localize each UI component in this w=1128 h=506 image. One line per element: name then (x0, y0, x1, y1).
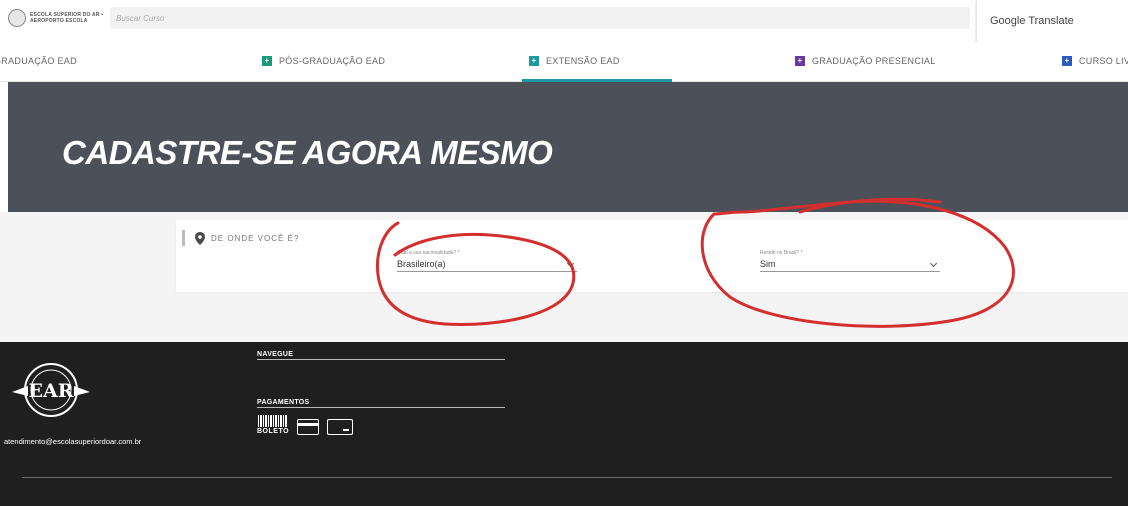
plus-square-icon: + (262, 56, 272, 66)
site-footer: EAR atendimento@escolasuperiordoar.com.b… (0, 342, 1128, 506)
debit-card-icon (327, 419, 354, 435)
nav-item-label: EXTENSÃO EAD (546, 56, 620, 66)
pagamentos-divider (257, 407, 505, 408)
resides-in-brazil-select[interactable]: Sim (760, 258, 940, 272)
nav-item-pos-graduacao-ead[interactable]: + PÓS-GRADUAÇÃO EAD (262, 56, 385, 66)
resides-in-brazil-value: Sim (760, 259, 776, 269)
plus-square-icon: + (529, 56, 539, 66)
nav-item-label: CURSO LIVRE (1079, 56, 1128, 66)
boleto-label: BOLETO (257, 428, 290, 435)
nationality-field: Qual a sua nacionalidade? * Brasileiro(a… (397, 250, 577, 272)
resides-in-brazil-label: Reside no Brasil? * (760, 250, 803, 256)
boleto-icon: BOLETO (257, 415, 289, 435)
site-logo[interactable]: ESCOLA SUPERIOR DO AR • AEROPORTO ESCOLA (8, 9, 116, 27)
google-translate-label: Google Translate (990, 15, 1074, 27)
navegue-heading: NAVEGUE (257, 351, 294, 358)
nav-item-extensao-ead[interactable]: + EXTENSÃO EAD (529, 56, 620, 66)
contact-email-link[interactable]: atendimento@escolasuperiordoar.com.br (4, 437, 141, 446)
chevron-down-icon (929, 259, 938, 268)
nav-item-graduacao-ead[interactable]: GRADUAÇÃO EAD (0, 56, 77, 66)
resides-in-brazil-field: Reside no Brasil? * Sim (760, 250, 940, 272)
payment-methods: BOLETO (257, 415, 354, 435)
nav-item-graduacao-presencial[interactable]: + GRADUAÇÃO PRESENCIAL (795, 56, 936, 66)
footer-bottom-divider (22, 477, 1112, 478)
plus-square-icon: + (795, 56, 805, 66)
section-heading: DE ONDE VOCÊ É? (211, 234, 300, 243)
nav-item-label: GRADUAÇÃO PRESENCIAL (812, 56, 936, 66)
nav-item-label: GRADUAÇÃO EAD (0, 56, 77, 66)
credit-card-icon (297, 419, 320, 435)
location-pin-icon (195, 232, 205, 245)
top-bar: ESCOLA SUPERIOR DO AR • AEROPORTO ESCOLA… (0, 0, 1128, 42)
section-accent-bar (182, 230, 185, 246)
chevron-down-icon (566, 259, 575, 268)
search-input[interactable] (110, 7, 970, 29)
ear-winged-logo-icon: EAR (12, 363, 90, 417)
pagamentos-heading: PAGAMENTOS (257, 399, 310, 406)
logo-text: ESCOLA SUPERIOR DO AR • AEROPORTO ESCOLA (30, 12, 104, 24)
footer-logo-text: EAR (28, 380, 73, 402)
hero-banner: CADASTRE-SE AGORA MESMO (8, 82, 1128, 212)
course-nav: GRADUAÇÃO EAD + PÓS-GRADUAÇÃO EAD + EXTE… (0, 42, 1128, 82)
search-bar[interactable] (110, 7, 970, 29)
plus-square-icon: + (1062, 56, 1072, 66)
google-translate-widget[interactable]: Google Translate (976, 0, 1128, 42)
nav-item-label: PÓS-GRADUAÇÃO EAD (279, 56, 386, 66)
form-section: DE ONDE VOCÊ É? Qual a sua nacionalidade… (0, 212, 1128, 342)
nav-item-curso-livre[interactable]: + CURSO LIVRE (1062, 56, 1128, 66)
page-title: CADASTRE-SE AGORA MESMO (62, 134, 553, 171)
nationality-select[interactable]: Brasileiro(a) (397, 258, 577, 272)
navegue-divider (257, 359, 505, 360)
logo-emblem-icon (8, 9, 26, 27)
nationality-label: Qual a sua nacionalidade? * (397, 250, 460, 256)
barcode-icon (258, 415, 289, 427)
origin-form-card: DE ONDE VOCÊ É? Qual a sua nacionalidade… (176, 220, 1128, 292)
nationality-value: Brasileiro(a) (397, 259, 446, 269)
